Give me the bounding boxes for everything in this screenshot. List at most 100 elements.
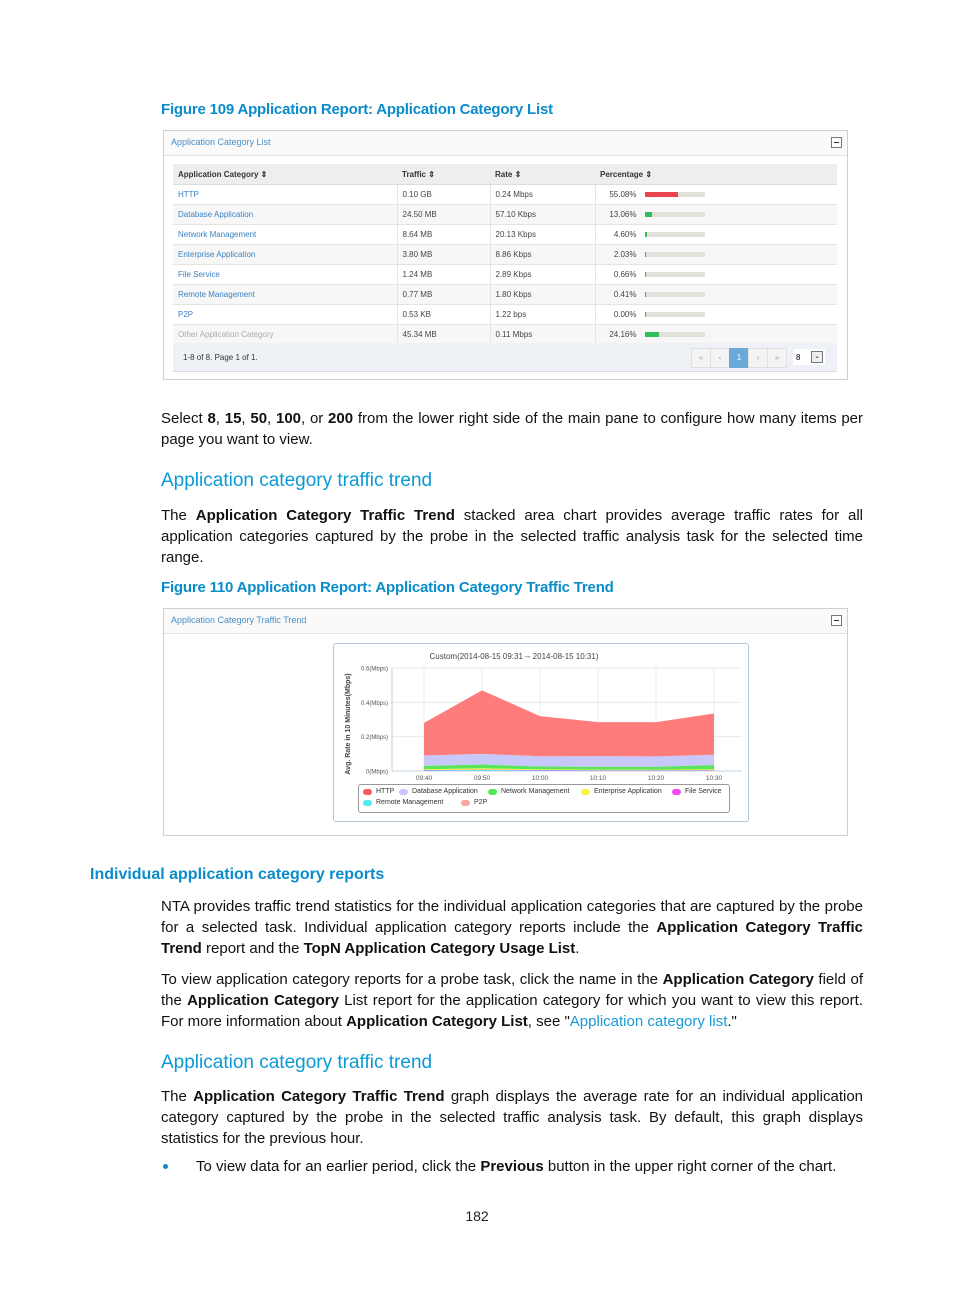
y-axis-label: Avg. Rate in 10 Minutes(Mbps) [345,673,352,774]
text: Select [161,410,208,427]
x-tick-label: 09:40 [416,775,433,782]
text: To view application category reports for… [161,971,663,988]
figure-109-caption: Figure 109 Application Report: Applicati… [161,101,553,118]
category-link[interactable]: File Service [178,270,220,279]
column-header-application-category[interactable]: Application Category ⇕ [173,164,397,185]
cell-traffic: 1.24 MB [397,264,491,285]
cell-percentage: 0.41% [595,284,837,305]
percentage-bar-fill [644,312,646,318]
cell-traffic: 45.34 MB [397,324,491,345]
cell-traffic: 24.50 MB [397,204,491,225]
chart-title: Custom(2014-08-15 09:31 -- 2014-08-15 10… [430,652,599,661]
cell-category: P2P [173,304,398,325]
legend-label: HTTP [376,788,395,795]
category-link[interactable]: Other Application Category [178,330,274,339]
cell-percentage: 13.06% [595,204,837,225]
application-category-list-panel: Application Category List Application Ca… [163,130,848,380]
chevron-down-icon[interactable]: ⌄ [811,351,823,363]
cell-rate: 1.80 Kbps [490,284,596,305]
legend-item[interactable]: P2P [461,799,487,806]
text: , [267,410,276,427]
percentage-value: 4.60% [613,230,637,239]
bullet-icon [163,1164,168,1169]
legend-item[interactable]: File Service [672,788,722,795]
category-link[interactable]: Network Management [178,230,256,239]
percentage-bar [644,192,705,198]
paragraph-nta-intro: NTA provides traffic trend statistics fo… [161,896,863,959]
legend-swatch [581,788,590,795]
collapse-icon[interactable] [831,615,842,626]
cell-traffic: 8.64 MB [397,224,491,245]
cell-traffic: 3.80 MB [397,244,491,265]
bold-text: TopN Application Category Usage List [303,940,576,957]
percentage-value: 2.03% [613,250,637,259]
legend-label: Network Management [501,788,570,795]
y-tick-label: 0.2(Mbps) [361,735,388,741]
chart-container: Custom(2014-08-15 09:31 -- 2014-08-15 10… [333,643,749,822]
table-row: Remote Management 0.77 MB 1.80 Kbps 0.41% [173,284,837,305]
cell-category: Database Application [173,204,398,225]
paragraph-traffic-trend-graph: The Application Category Traffic Trend g… [161,1086,863,1149]
page-1-button[interactable]: 1 [729,348,749,368]
percentage-bar-fill [644,252,646,258]
cell-percentage: 0.00% [595,304,837,325]
x-tick-label: 10:00 [532,775,549,782]
legend-item[interactable]: Enterprise Application [581,788,662,795]
x-tick-label: 09:50 [474,775,491,782]
paragraph-traffic-trend-intro: The Application Category Traffic Trend s… [161,505,863,568]
legend-label: Database Application [412,788,478,795]
page-size-select[interactable]: 8 ⌄ [793,349,825,365]
legend-swatch [461,799,470,806]
pagination-info: 1-8 of 8. Page 1 of 1. [183,353,258,362]
cell-category: Other Application Category [173,324,398,345]
percentage-bar-fill [644,292,646,298]
heading-individual-application-category-reports: Individual application category reports [90,866,385,883]
area-series-http[interactable] [424,690,714,757]
panel-title: Application Category List [171,137,271,147]
text: button in the upper right corner of the … [543,1158,837,1175]
category-link[interactable]: Enterprise Application [178,250,255,259]
previous-page-button[interactable]: ‹ [710,348,730,368]
heading-application-category-traffic-trend: Application category traffic trend [161,470,433,491]
category-link[interactable]: HTTP [178,190,199,199]
legend-item[interactable]: Remote Management [363,799,443,806]
x-tick-label: 10:10 [590,775,607,782]
column-header-rate[interactable]: Rate ⇕ [490,164,595,185]
bold-text: Application Category [187,992,339,1009]
column-header-percentage[interactable]: Percentage ⇕ [595,164,837,185]
cell-percentage: 4.60% [595,224,837,245]
category-link[interactable]: Remote Management [178,290,255,299]
bullet-item-previous: To view data for an earlier period, clic… [196,1156,866,1177]
table-footer: 1-8 of 8. Page 1 of 1. « ‹ 1 › » 8 ⌄ [173,343,837,372]
legend-item[interactable]: HTTP [363,788,394,795]
x-tick-label: 10:20 [648,775,665,782]
first-page-button[interactable]: « [691,348,711,368]
cell-traffic: 0.77 MB [397,284,491,305]
text: . [575,940,580,957]
x-tick-label: 10:30 [706,775,723,782]
next-page-button[interactable]: › [748,348,768,368]
bold-text: Application Category Traffic Trend [195,507,455,524]
category-link[interactable]: P2P [178,310,193,319]
percentage-bar [644,232,705,238]
collapse-icon[interactable] [831,137,842,148]
table-row: Enterprise Application 3.80 MB 8.86 Kbps 2.… [173,244,837,265]
percentage-bar [644,292,705,298]
column-header-traffic[interactable]: Traffic ⇕ [397,164,490,185]
last-page-button[interactable]: » [767,348,787,368]
legend-label: File Service [685,788,722,795]
cell-percentage: 55.08% [595,184,837,205]
category-link[interactable]: Database Application [178,210,253,219]
percentage-value: 0.66% [613,270,637,279]
legend-item[interactable]: Network Management [488,788,569,795]
application-category-list-link[interactable]: Application category list [570,1013,728,1030]
percentage-bar-fill [644,332,659,338]
legend-item[interactable]: Database Application [399,788,478,795]
legend-label: P2P [474,799,488,806]
chart-legend: HTTP Database Application Network Manageme… [358,784,730,813]
legend-swatch [488,788,497,795]
bold-text: 100 [275,410,302,427]
paragraph-view-reports: To view application category reports for… [161,969,863,1032]
paragraph-page-size: Select 8, 15, 50, 100, or 200 from the l… [161,408,863,450]
bold-text: 50 [250,410,268,427]
